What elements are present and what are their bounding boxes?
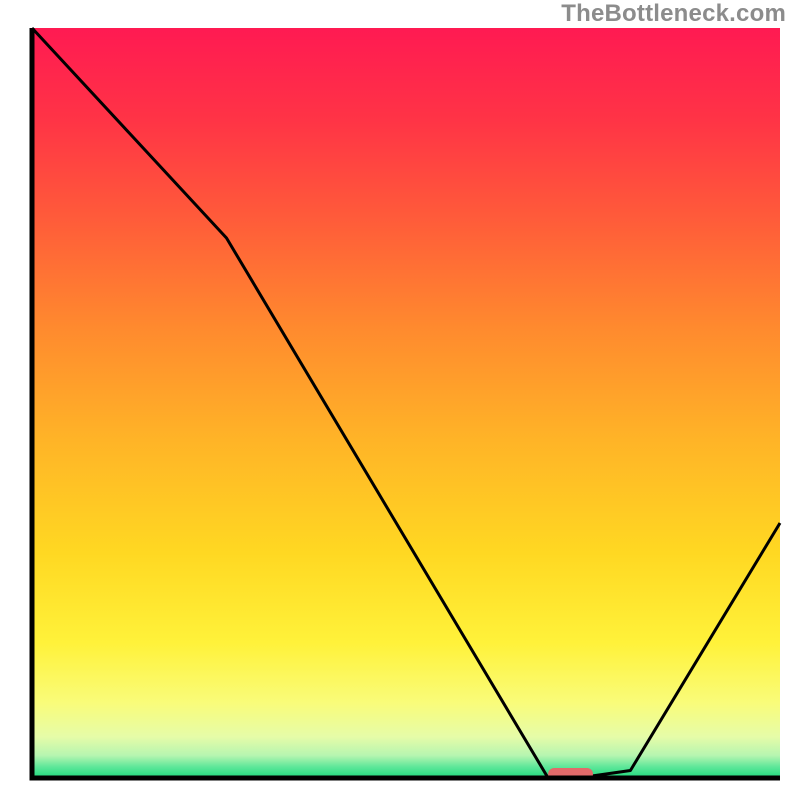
- watermark-label: TheBottleneck.com: [561, 0, 786, 28]
- chart-container: TheBottleneck.com: [0, 0, 800, 800]
- plot-background: [32, 28, 780, 778]
- bottleneck-chart: [0, 0, 800, 800]
